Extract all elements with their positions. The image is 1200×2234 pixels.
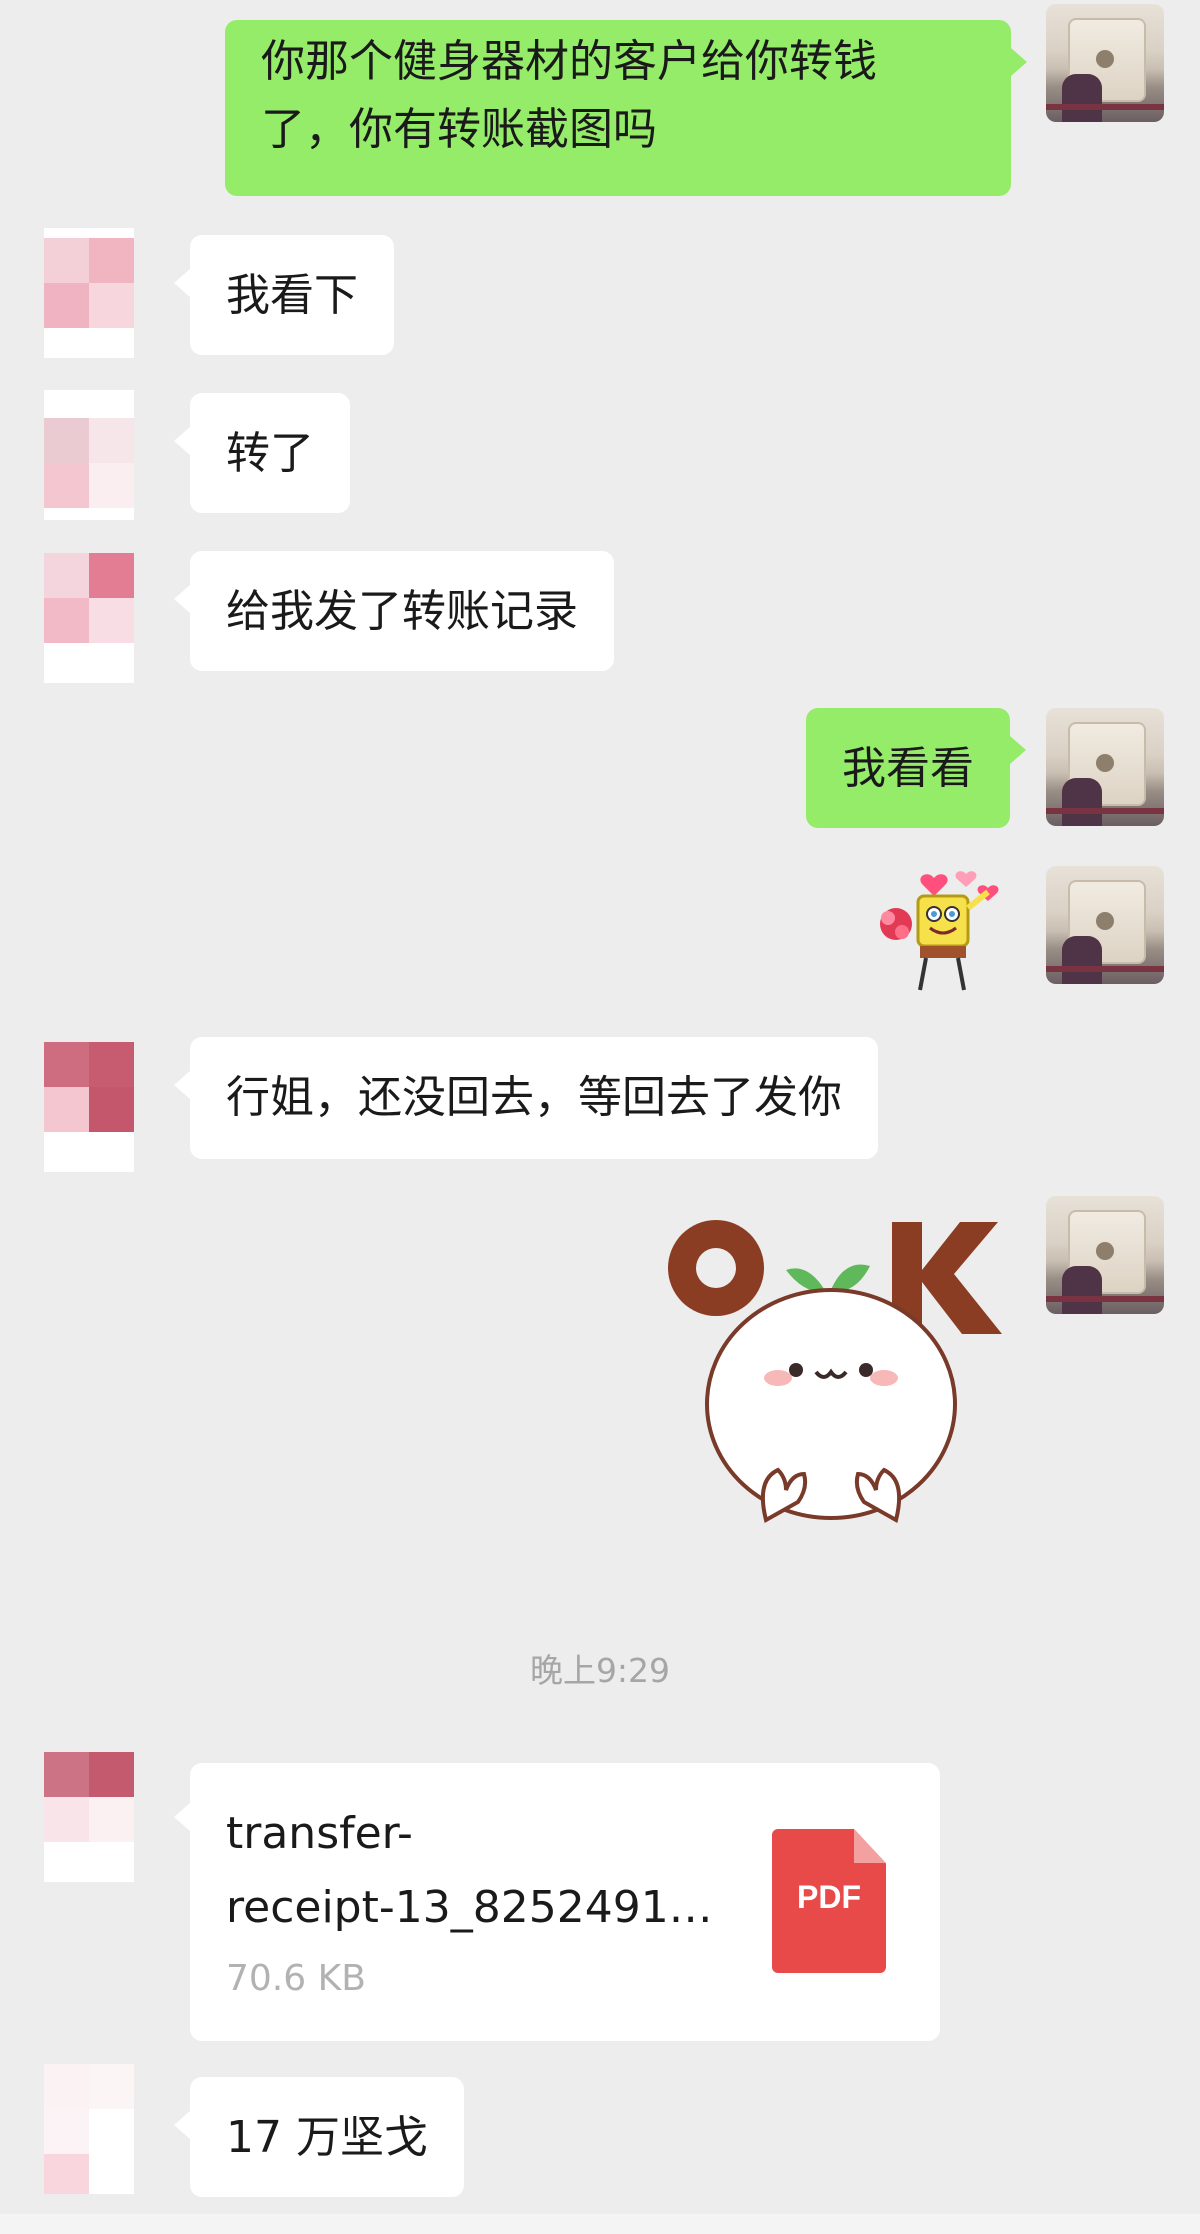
- my-avatar[interactable]: [1046, 1196, 1164, 1314]
- chat-timestamp: 晚上9:29: [529, 1651, 671, 1690]
- my-avatar[interactable]: [1046, 4, 1164, 122]
- message-text: 我看下: [226, 270, 358, 321]
- pdf-label: PDF: [797, 1879, 861, 1915]
- avatar-detail: [1046, 104, 1164, 110]
- file-message-card[interactable]: transfer- receipt-13_8252491… 70.6 KB PD…: [174, 1763, 940, 2041]
- bottom-edge: [0, 2214, 1200, 2234]
- message-text: 我看看: [842, 743, 974, 794]
- message-text: 17 万坚戈: [226, 2112, 428, 2163]
- chat-screen: 你那个健身器材的客户给你转钱 了，你有转账截图吗 我看下 转了 给我发了转账记录: [0, 0, 1200, 2234]
- sponge-love-sticker[interactable]: [870, 862, 1010, 1002]
- avatar-detail: [1046, 1296, 1164, 1302]
- message-text: 行姐，还没回去，等回去了发你: [226, 1072, 842, 1123]
- avatar-person: [1062, 936, 1102, 984]
- message-text: 给我发了转账记录: [226, 586, 578, 637]
- avatar-person: [1062, 74, 1102, 122]
- avatar-detail: [1096, 754, 1114, 772]
- avatar-person: [1062, 778, 1102, 826]
- pdf-fold-icon: [854, 1829, 886, 1863]
- message-bubble-outgoing[interactable]: 我看看: [806, 708, 1026, 828]
- message-text-line: 你那个健身器材的客户给你转钱: [261, 36, 877, 87]
- contact-avatar[interactable]: [44, 228, 134, 358]
- message-text-line: 了，你有转账截图吗: [261, 104, 657, 155]
- contact-avatar[interactable]: [44, 1042, 134, 1172]
- contact-avatar[interactable]: [44, 2064, 134, 2194]
- avatar-detail: [1096, 1242, 1114, 1260]
- ok-sticker-art: [668, 1220, 1002, 1524]
- ok-sticker[interactable]: [656, 1190, 1006, 1560]
- message-bubble-incoming[interactable]: 转了: [174, 393, 350, 513]
- file-name-line: receipt-13_8252491…: [226, 1882, 713, 1933]
- message-text: 转了: [226, 428, 314, 479]
- message-bubble-incoming[interactable]: 行姐，还没回去，等回去了发你: [174, 1037, 878, 1159]
- avatar-detail: [1046, 966, 1164, 972]
- avatar-detail: [1046, 808, 1164, 814]
- contact-avatar[interactable]: [44, 390, 134, 520]
- contact-avatar[interactable]: [44, 553, 134, 683]
- contact-avatar[interactable]: [44, 1752, 134, 1882]
- message-bubble-incoming[interactable]: 17 万坚戈: [174, 2077, 464, 2197]
- avatar-detail: [1096, 912, 1114, 930]
- my-avatar[interactable]: [1046, 866, 1164, 984]
- sponge-love-sticker-art: [880, 871, 999, 991]
- avatar-person: [1062, 1266, 1102, 1314]
- message-bubble-outgoing[interactable]: 你那个健身器材的客户给你转钱 了，你有转账截图吗: [225, 20, 1027, 196]
- file-size: 70.6 KB: [226, 1958, 366, 1999]
- avatar-detail: [1096, 50, 1114, 68]
- file-name: transfer- receipt-13_8252491…: [226, 1797, 726, 1945]
- message-bubble-incoming[interactable]: 我看下: [174, 235, 394, 355]
- message-bubble-incoming[interactable]: 给我发了转账记录: [174, 551, 614, 671]
- my-avatar[interactable]: [1046, 708, 1164, 826]
- file-name-line: transfer-: [226, 1808, 413, 1859]
